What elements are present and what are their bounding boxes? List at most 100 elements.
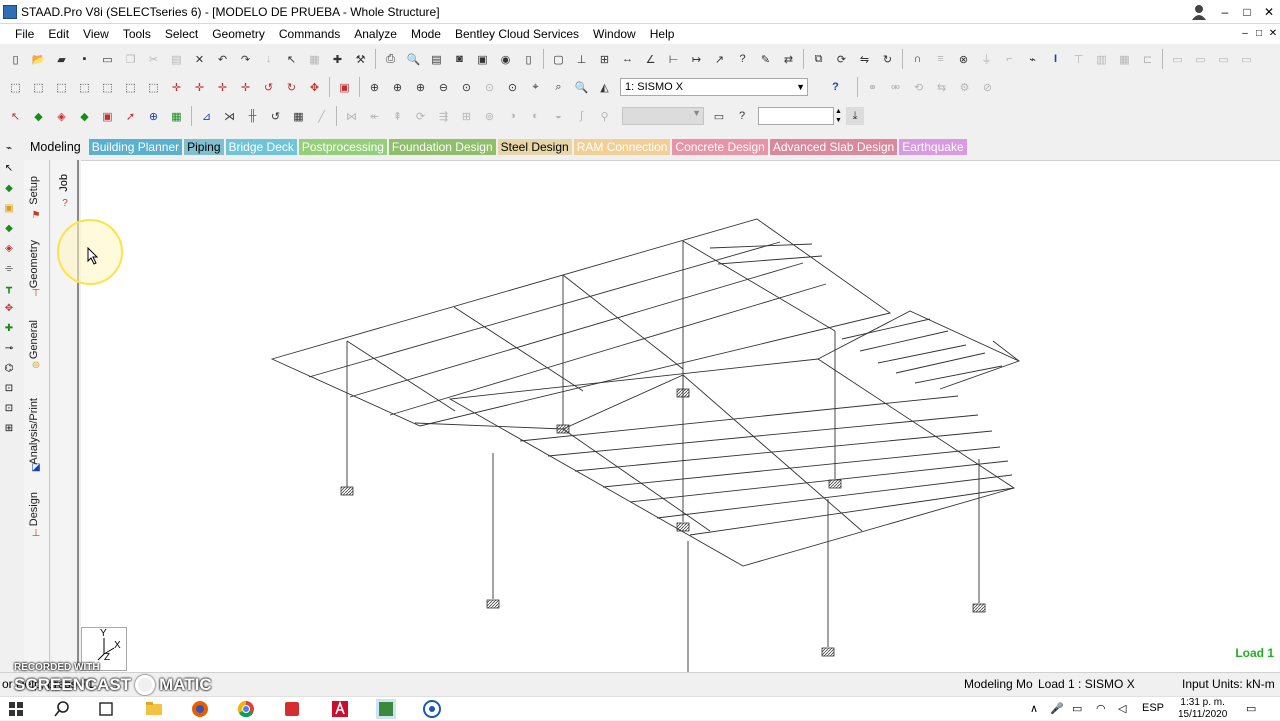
tab-bridge-deck[interactable]: Bridge Deck: [225, 138, 297, 155]
select-pointer-icon[interactable]: ↖: [283, 50, 301, 68]
plates-cursor-icon[interactable]: ◈: [53, 107, 71, 125]
snap-fill-icon[interactable]: ◒: [550, 107, 568, 125]
screencast-taskbar-icon[interactable]: [422, 699, 442, 719]
member-query-icon[interactable]: ▢: [550, 50, 568, 68]
rotate-icon[interactable]: ↻: [879, 50, 897, 68]
pointer-tool-icon[interactable]: ↖: [2, 162, 16, 176]
print-preview-icon[interactable]: ⎙: [382, 50, 400, 68]
snap-array-icon[interactable]: ⊚: [481, 107, 499, 125]
menu-edit[interactable]: Edit: [41, 24, 76, 44]
help-query-icon[interactable]: ?: [734, 50, 752, 68]
tab-postprocessing[interactable]: Postprocessing: [298, 138, 387, 155]
tab-geometry[interactable]: Geometry: [28, 240, 40, 288]
dimension-icon[interactable]: ⊢: [665, 50, 683, 68]
view-3d-icon[interactable]: ⊗: [955, 50, 973, 68]
menu-commands[interactable]: Commands: [272, 24, 347, 44]
tab-concrete-design[interactable]: Concrete Design: [672, 138, 768, 155]
print-icon[interactable]: ▭: [99, 50, 117, 68]
global-cursor-icon[interactable]: ⊕: [145, 107, 163, 125]
circular-repeat-icon[interactable]: ⟳: [833, 50, 851, 68]
cylindrical-icon[interactable]: ≡: [932, 50, 950, 68]
snap-curve-icon[interactable]: ∫: [573, 107, 591, 125]
geometry-cursor-icon[interactable]: ➚: [122, 107, 140, 125]
tab-earthquake[interactable]: Earthquake: [899, 138, 967, 155]
solids-cursor-icon[interactable]: ▣: [99, 107, 117, 125]
edit-icon[interactable]: ✎: [757, 50, 775, 68]
delete-icon[interactable]: ✕: [191, 50, 209, 68]
tab-setup[interactable]: Setup: [28, 176, 40, 205]
snap-rotate-icon[interactable]: ⟳: [412, 107, 430, 125]
snap-split-icon[interactable]: ⊞: [458, 107, 476, 125]
structure-viewport[interactable]: Y X Z Load 1: [81, 160, 1280, 673]
download-icon[interactable]: ⤓: [846, 107, 864, 125]
tab-design[interactable]: Design: [28, 492, 40, 526]
link-refresh-icon[interactable]: ⟲: [910, 78, 928, 96]
view-right-icon[interactable]: ⬚: [76, 78, 94, 96]
grid-icon[interactable]: ▦: [306, 50, 324, 68]
plate-tool-icon[interactable]: ▣: [2, 202, 16, 216]
tab-foundation-design[interactable]: Foundation Design: [388, 138, 496, 155]
picture-icon[interactable]: ▣: [474, 50, 492, 68]
load-case-icon[interactable]: ▦: [1116, 50, 1134, 68]
angle-icon[interactable]: ∠: [642, 50, 660, 68]
view-top-icon[interactable]: ⬚: [99, 78, 117, 96]
wifi-icon[interactable]: ◠: [1096, 702, 1106, 715]
snap-extrude-icon[interactable]: ◑: [504, 107, 522, 125]
doc-restore-button[interactable]: □: [1252, 26, 1266, 40]
spec-icon[interactable]: ⊏: [1139, 50, 1157, 68]
firefox-icon[interactable]: [190, 699, 210, 719]
tab-advanced-slab-design[interactable]: Advanced Slab Design: [769, 138, 898, 155]
print-tool-icon[interactable]: ⊞: [2, 422, 16, 436]
measure-icon[interactable]: ◭: [596, 78, 614, 96]
link-icon[interactable]: ⚭: [864, 78, 882, 96]
structure-wizard-icon[interactable]: ✚: [329, 50, 347, 68]
rotate-up-icon[interactable]: ✛: [168, 78, 186, 96]
nodes-cursor-icon[interactable]: ↖: [7, 107, 25, 125]
tab-piping[interactable]: Piping: [184, 138, 224, 155]
chrome-icon[interactable]: [236, 699, 256, 719]
menu-file[interactable]: File: [8, 24, 41, 44]
beams-cursor-icon[interactable]: ◆: [30, 107, 48, 125]
windows-start-icon[interactable]: [6, 699, 26, 719]
view-back-icon[interactable]: ⬚: [30, 78, 48, 96]
volume-icon[interactable]: ◁: [1118, 702, 1126, 715]
menu-geometry[interactable]: Geometry: [205, 24, 272, 44]
spin-left-icon[interactable]: ↺: [260, 78, 278, 96]
window-arrange-icon[interactable]: ▭: [1215, 50, 1233, 68]
camera-icon[interactable]: ◙: [451, 50, 469, 68]
network-icon[interactable]: ▭: [1072, 702, 1082, 715]
menu-view[interactable]: View: [76, 24, 116, 44]
zoom-window-icon[interactable]: ⊕: [366, 78, 384, 96]
cursor-rotate-icon[interactable]: ✥: [306, 78, 324, 96]
link-sync-icon[interactable]: ⇆: [933, 78, 951, 96]
add-beam-icon[interactable]: ⊿: [198, 107, 216, 125]
microphone-icon[interactable]: 🎤: [1050, 702, 1064, 715]
tab-ram-connection[interactable]: RAM Connection: [573, 138, 671, 155]
solid-tool-icon[interactable]: ◈: [2, 242, 16, 256]
redo-disabled-icon[interactable]: ↓: [260, 50, 278, 68]
search-icon[interactable]: [52, 699, 72, 719]
menu-select[interactable]: Select: [158, 24, 205, 44]
beam-icon[interactable]: ⊥: [573, 50, 591, 68]
menu-tools[interactable]: Tools: [116, 24, 158, 44]
plate-icon[interactable]: ⌐: [1001, 50, 1019, 68]
restore-button[interactable]: □: [1236, 3, 1258, 21]
translational-repeat-icon[interactable]: ⧉: [810, 50, 828, 68]
close-button[interactable]: ✕: [1258, 3, 1280, 21]
pdf-icon[interactable]: ▯: [520, 50, 538, 68]
paste-icon[interactable]: ▤: [168, 50, 186, 68]
display-options-icon[interactable]: ▣: [336, 78, 354, 96]
snap-beam-icon[interactable]: ⇞: [389, 107, 407, 125]
folder-icon[interactable]: ▰: [53, 50, 71, 68]
translate-tool-icon[interactable]: ┳: [2, 282, 16, 296]
media-icon[interactable]: ◉: [497, 50, 515, 68]
distance-icon[interactable]: ↔: [619, 50, 637, 68]
span-icon[interactable]: ↦: [688, 50, 706, 68]
snap-measure-icon[interactable]: ⚲: [596, 107, 614, 125]
beam-tool-icon[interactable]: ◆: [2, 182, 16, 196]
copy-icon[interactable]: ❐: [122, 50, 140, 68]
zoom-out-icon[interactable]: ⊖: [435, 78, 453, 96]
new-file-icon[interactable]: ▯: [7, 50, 25, 68]
snap-sweep-icon[interactable]: ◐: [527, 107, 545, 125]
release-tool-icon[interactable]: ⊸: [2, 342, 16, 356]
